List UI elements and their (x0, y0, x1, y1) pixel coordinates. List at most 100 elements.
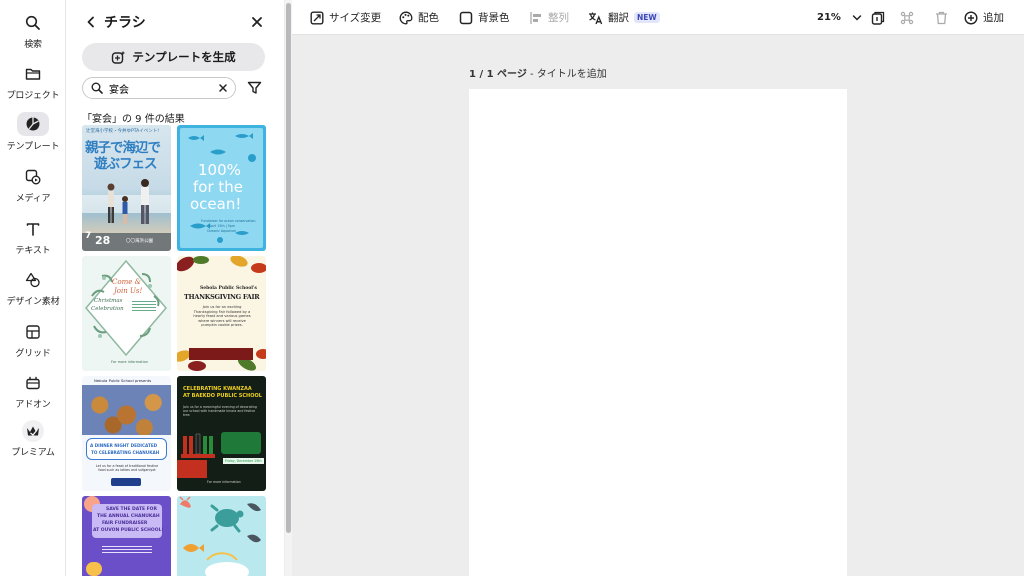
search-input[interactable] (109, 82, 209, 94)
venue-text: 〇〇海浜公園 (126, 239, 153, 244)
template-heading: SAVE THE DATE FOR (106, 507, 157, 512)
family-silhouette (107, 179, 149, 224)
generate-template-button[interactable]: テンプレートを生成 (82, 43, 265, 71)
rail-item-projects[interactable]: プロジェクト (0, 63, 66, 111)
text-icon (20, 218, 46, 240)
template-thumbnail-ocean[interactable]: 100% for the ocean! Fundraiser for ocean… (177, 125, 266, 251)
template-thumbnail-kwanzaa[interactable]: CELEBRATING KWANZAA AT BAEKDO PUBLIC SCH… (177, 376, 266, 491)
pages-button[interactable] (871, 0, 885, 35)
search-icon (20, 12, 46, 34)
close-panel-button[interactable] (248, 13, 266, 31)
rail-label: テキスト (15, 246, 51, 256)
chevron-down-icon (852, 14, 862, 21)
color-palette-button[interactable]: 配色 (399, 0, 439, 35)
pages-icon (871, 11, 885, 25)
delete-button[interactable] (935, 0, 948, 35)
panel-scrollbar[interactable] (285, 0, 292, 576)
template-heading-2: TO CELEBRATING CHANUKAH (91, 450, 160, 455)
template-thumbnail-beach-festival[interactable]: 辻堂海小学校・今井ゆPTAイベント! 親子で海辺で 遊ぶフェス 7 28 〇〇海… (82, 125, 171, 251)
align-button[interactable]: 整列 (529, 0, 569, 35)
page-title[interactable]: 1 / 1 ページ - タイトルを追加 (469, 65, 607, 80)
decor-circle-2 (86, 562, 102, 576)
template-body-text: Fundraiser for ocean conservation (201, 219, 256, 223)
template-thumbnail-sea-life[interactable] (177, 496, 266, 576)
premium-crown-icon (22, 420, 44, 442)
info-box (221, 432, 261, 454)
template-header-text: Nebula Public School presents (94, 378, 152, 383)
rail-item-premium[interactable]: プレミアム (0, 420, 66, 468)
clear-search-button[interactable] (217, 82, 229, 94)
template-subheading: Sebola Public School's (200, 286, 257, 291)
rail-item-search[interactable]: 検索 (0, 12, 66, 60)
body-lines (102, 544, 152, 556)
rail-item-elements[interactable]: デザイン素材 (0, 269, 66, 317)
rail-item-templates[interactable]: テンプレート (0, 112, 66, 160)
filter-button[interactable] (245, 79, 263, 97)
template-date-text: Friday, December 19th (223, 458, 264, 464)
panel-header: チラシ (66, 0, 284, 44)
template-panel: チラシ テンプレートを生成 「宴会」の 9 件の結果 辻堂海小学校・今井ゆPTA… (66, 0, 284, 576)
template-header-text: 辻堂海小学校・今井ゆPTAイベント! (86, 129, 159, 134)
align-icon (530, 11, 541, 24)
template-icon (17, 112, 49, 136)
resize-button[interactable]: サイズ変更 (310, 0, 381, 35)
rail-item-media[interactable]: メディア (0, 166, 66, 214)
zoom-dropdown[interactable]: 21% (817, 0, 862, 35)
template-heading-2: THE ANNUAL CHANUKAH (97, 514, 160, 519)
template-subheading: Christmas (94, 298, 123, 304)
details-banner (189, 348, 253, 360)
left-rail: 検索 プロジェクト テンプレート メディア テキスト デザイン素材 グリッド ア… (0, 0, 66, 576)
rail-item-text[interactable]: テキスト (0, 218, 66, 266)
template-venue-text: Oceanic Aquarium (207, 229, 237, 233)
template-heading: THANKSGIVING FAIR (184, 293, 260, 301)
close-icon (252, 17, 262, 27)
back-button[interactable] (82, 13, 100, 31)
media-icon (20, 166, 46, 188)
group-button[interactable] (900, 0, 914, 35)
shapes-icon (20, 269, 46, 291)
template-heading-2: AT BAEKDO PUBLIC SCHOOL (183, 393, 262, 399)
rail-item-grid[interactable]: グリッド (0, 321, 66, 369)
template-heading: Come & (112, 278, 141, 286)
top-toolbar: サイズ変更 配色 背景色 整列 翻訳 NEW 21% 追加 (292, 0, 1024, 35)
resize-label: サイズ変更 (329, 12, 382, 24)
palette-icon (399, 11, 413, 24)
addon-icon (20, 372, 46, 394)
background-label: 背景色 (478, 12, 510, 24)
rail-label: グリッド (15, 349, 51, 359)
template-thumbnail-chanukah-fair[interactable]: SAVE THE DATE FOR THE ANNUAL CHANUKAH FA… (82, 496, 171, 576)
trash-icon (936, 11, 947, 24)
page-number: 1 / 1 ページ (469, 69, 527, 80)
new-badge: NEW (634, 12, 660, 23)
template-thumbnail-thanksgiving[interactable]: Sebola Public School's THANKSGIVING FAIR… (177, 256, 266, 371)
sea-life-illustration (179, 496, 261, 576)
panel-scrollbar-thumb[interactable] (286, 3, 291, 533)
background-color-icon (459, 11, 473, 24)
template-heading: 100% (198, 161, 241, 179)
red-stripe (177, 460, 207, 478)
template-heading-3: ocean! (190, 195, 242, 213)
template-heading-2: for the (193, 178, 244, 196)
template-heading-3: FAIR FUNDRAISER (102, 521, 148, 526)
date-month: 7 (85, 231, 92, 241)
rail-label: プロジェクト (6, 91, 60, 101)
plus-circle-icon (964, 10, 978, 25)
rail-label: プレミアム (11, 448, 55, 458)
magic-add-icon (112, 50, 126, 64)
search-box (82, 77, 236, 99)
template-thumbnail-christmas[interactable]: Come & Join Us! Christmas Celebration Fo… (82, 256, 171, 371)
donuts-photo (82, 385, 171, 435)
kinara-candles (181, 433, 215, 458)
close-icon (219, 84, 227, 92)
rail-item-addons[interactable]: アドオン (0, 372, 66, 420)
rail-label: メディア (15, 194, 51, 204)
generate-template-label: テンプレートを生成 (132, 50, 236, 64)
rail-label: アドオン (15, 400, 51, 410)
add-button[interactable]: 追加 (964, 0, 1004, 35)
translate-button[interactable]: 翻訳 NEW (588, 0, 660, 35)
template-date-text: April 15th | 5pm (209, 224, 235, 228)
search-icon (91, 82, 103, 94)
template-thumbnail-chanukah-dinner[interactable]: Nebula Public School presents A DINNER N… (82, 376, 171, 491)
design-page[interactable] (469, 89, 847, 576)
background-color-button[interactable]: 背景色 (459, 0, 510, 35)
